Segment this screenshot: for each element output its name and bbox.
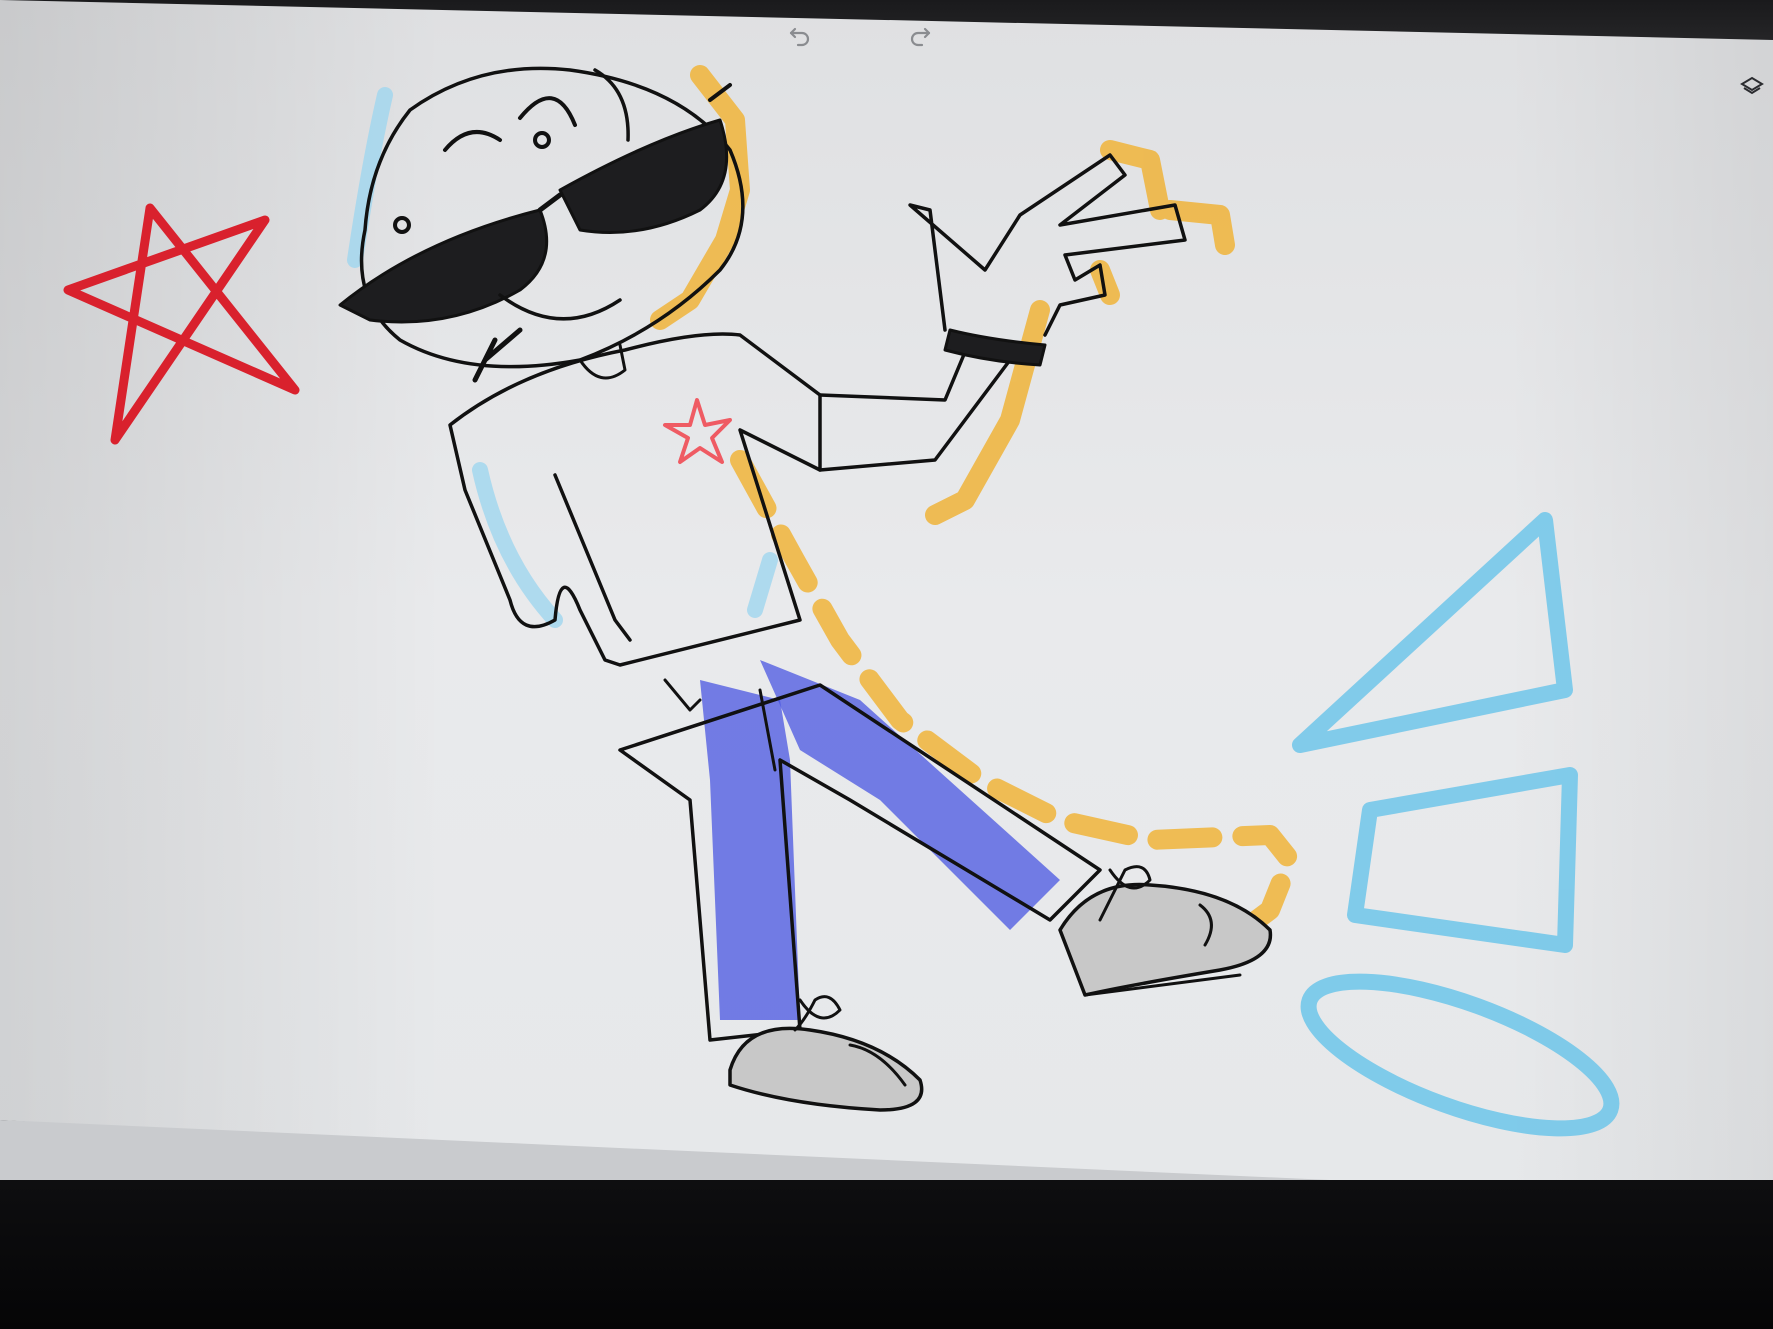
drawing-screen	[0, 0, 1773, 1230]
sunglasses	[338, 83, 732, 324]
drawing-artwork[interactable]	[0, 0, 1773, 1230]
shirt-star	[663, 398, 732, 464]
blue-shapes	[1292, 512, 1620, 1137]
right-shoe	[1058, 865, 1273, 997]
red-star-drawing	[63, 203, 300, 445]
pants	[618, 660, 1102, 1042]
circle-drawing	[1300, 973, 1620, 1137]
device-bezel-bottom	[0, 1180, 1773, 1329]
triangle-drawing	[1292, 512, 1573, 753]
square-drawing	[1347, 767, 1578, 953]
